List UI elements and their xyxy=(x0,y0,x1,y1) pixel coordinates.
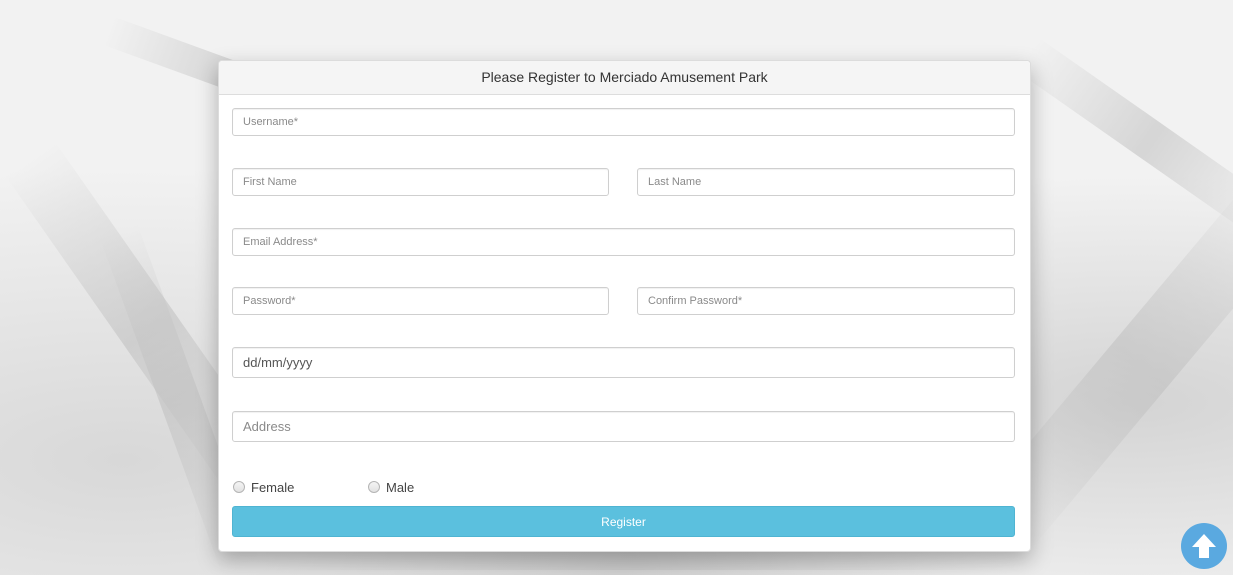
registration-panel: Please Register to Merciado Amusement Pa… xyxy=(218,60,1031,552)
username-input[interactable] xyxy=(232,108,1015,136)
male-label: Male xyxy=(386,479,415,495)
scroll-to-top-button[interactable] xyxy=(1181,523,1227,569)
last-name-input[interactable] xyxy=(637,168,1015,196)
password-input[interactable] xyxy=(232,287,609,315)
background-streak xyxy=(1015,37,1233,243)
gender-male-option[interactable]: Male xyxy=(368,478,414,496)
female-label: Female xyxy=(251,479,295,495)
gender-female-option[interactable]: Female xyxy=(233,478,294,496)
date-of-birth-input[interactable]: dd/mm/yyyy xyxy=(232,347,1015,378)
panel-title: Please Register to Merciado Amusement Pa… xyxy=(219,61,1030,95)
register-button[interactable]: Register xyxy=(232,506,1015,537)
female-radio[interactable] xyxy=(233,481,245,493)
date-of-birth-value: dd/mm/yyyy xyxy=(243,355,313,370)
first-name-input[interactable] xyxy=(232,168,609,196)
arrow-up-icon xyxy=(1192,534,1216,558)
email-input[interactable] xyxy=(232,228,1015,256)
address-input[interactable] xyxy=(232,411,1015,442)
male-radio[interactable] xyxy=(368,481,380,493)
confirm-password-input[interactable] xyxy=(637,287,1015,315)
